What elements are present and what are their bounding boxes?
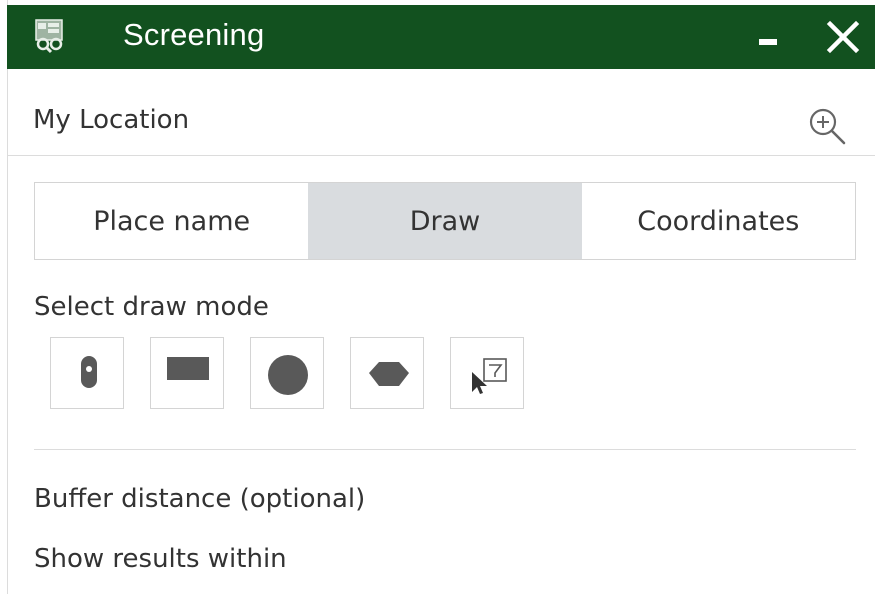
tab-coordinates[interactable]: Coordinates (582, 183, 855, 259)
draw-circle-button[interactable] (250, 337, 324, 409)
draw-polygon-button[interactable] (350, 337, 424, 409)
section-divider (34, 449, 856, 450)
panel-header: Screening (7, 5, 875, 69)
location-method-tabs: Place name Draw Coordinates (34, 182, 856, 260)
select-feature-button[interactable] (450, 337, 524, 409)
screening-panel: Screening My Location Place name Draw Co… (0, 0, 882, 594)
rectangle-icon (167, 357, 209, 380)
draw-rectangle-button[interactable] (150, 337, 224, 409)
tab-place-name[interactable]: Place name (35, 183, 308, 259)
panel-title: Screening (123, 17, 265, 52)
select-feature-icon (472, 358, 507, 394)
my-location-label: My Location (33, 105, 190, 135)
point-icon (81, 356, 97, 388)
screening-map-icon (35, 19, 63, 54)
close-icon[interactable] (825, 19, 861, 55)
buffer-distance-label: Buffer distance (optional) (34, 484, 366, 514)
zoom-in-icon[interactable] (806, 105, 848, 147)
my-location-row[interactable]: My Location (7, 69, 875, 156)
draw-mode-label: Select draw mode (34, 292, 269, 322)
polygon-icon (369, 362, 409, 386)
draw-point-button[interactable] (50, 337, 124, 409)
minimize-icon[interactable] (759, 39, 777, 45)
show-results-within-label: Show results within (34, 544, 287, 574)
tab-draw[interactable]: Draw (308, 183, 582, 259)
circle-icon (268, 355, 308, 395)
